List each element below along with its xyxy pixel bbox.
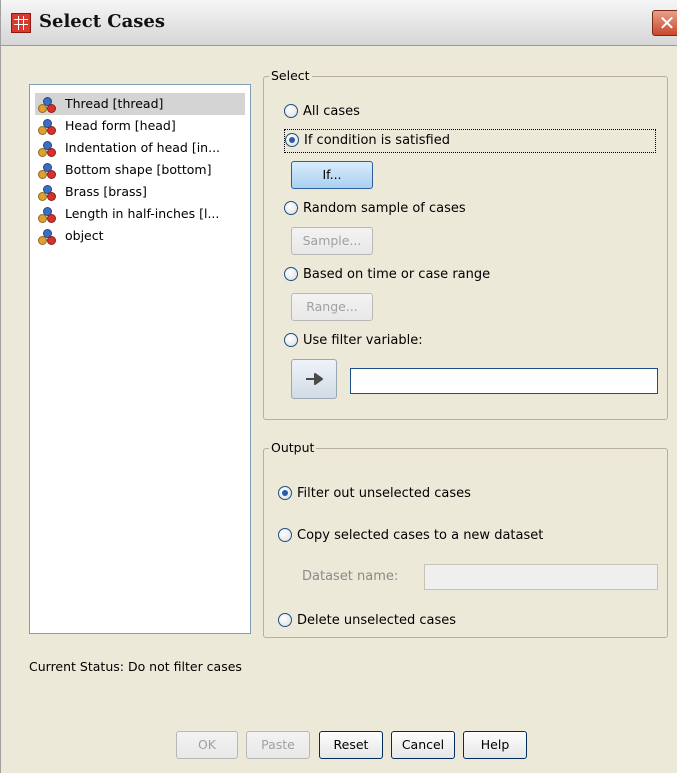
time-range-label: Based on time or case range xyxy=(303,267,491,282)
variable-label: Head form [head] xyxy=(65,118,176,133)
move-variable-button[interactable] xyxy=(291,359,337,399)
nominal-variable-icon xyxy=(38,163,60,179)
radio-indicator[interactable] xyxy=(278,486,292,500)
sample-button[interactable]: Sample... xyxy=(291,227,373,255)
radio-indicator[interactable] xyxy=(284,267,298,281)
if-condition-label: If condition is satisfied xyxy=(304,133,450,148)
help-button[interactable]: Help xyxy=(463,731,527,759)
radio-indicator[interactable] xyxy=(284,104,298,118)
current-status-text: Current Status: Do not filter cases xyxy=(29,659,242,674)
list-item-brass[interactable]: Brass [brass] xyxy=(35,181,245,203)
variable-label: Bottom shape [bottom] xyxy=(65,162,212,177)
select-cases-dialog: Select Cases ✕ Thread [thread] Head form… xyxy=(0,0,677,773)
radio-indicator[interactable] xyxy=(285,133,299,147)
all-cases-label: All cases xyxy=(303,104,360,119)
if-condition-radio[interactable]: If condition is satisfied xyxy=(284,129,656,153)
arrow-right-icon xyxy=(306,373,323,385)
nominal-variable-icon xyxy=(38,207,60,223)
time-range-radio[interactable]: Based on time or case range xyxy=(284,264,584,286)
copy-cases-radio[interactable]: Copy selected cases to a new dataset xyxy=(278,525,648,547)
delete-cases-radio[interactable]: Delete unselected cases xyxy=(278,610,578,632)
cancel-button[interactable]: Cancel xyxy=(391,731,455,759)
nominal-variable-icon xyxy=(38,119,60,135)
output-group: Output Filter out unselected cases Copy … xyxy=(263,440,668,638)
select-group-title: Select xyxy=(269,68,312,84)
random-sample-label: Random sample of cases xyxy=(303,201,466,216)
variable-label: Brass [brass] xyxy=(65,184,147,199)
list-item-bottom[interactable]: Bottom shape [bottom] xyxy=(35,159,245,181)
variable-label: Length in half-inches [l... xyxy=(65,206,220,221)
nominal-variable-icon xyxy=(38,185,60,201)
radio-indicator[interactable] xyxy=(284,333,298,347)
filter-variable-field[interactable] xyxy=(350,368,658,394)
ok-button[interactable]: OK xyxy=(176,731,238,759)
dataset-name-field[interactable] xyxy=(424,564,658,590)
variable-list[interactable]: Thread [thread] Head form [head] Indenta… xyxy=(29,84,251,634)
delete-cases-label: Delete unselected cases xyxy=(297,613,456,628)
nominal-variable-icon xyxy=(38,229,60,245)
variable-label: object xyxy=(65,228,104,243)
output-group-title: Output xyxy=(269,440,317,456)
nominal-variable-icon xyxy=(38,97,60,113)
range-button[interactable]: Range... xyxy=(291,293,373,321)
variable-label: Thread [thread] xyxy=(65,96,164,111)
list-item-indentation[interactable]: Indentation of head [in... xyxy=(35,137,245,159)
if-button[interactable]: If... xyxy=(291,161,373,189)
list-item-head[interactable]: Head form [head] xyxy=(35,115,245,137)
filter-variable-label: Use filter variable: xyxy=(303,333,423,348)
variable-label: Indentation of head [in... xyxy=(65,140,221,155)
radio-indicator[interactable] xyxy=(278,528,292,542)
reset-button[interactable]: Reset xyxy=(319,731,383,759)
title-bar[interactable]: Select Cases ✕ xyxy=(1,0,677,46)
list-item-thread[interactable]: Thread [thread] xyxy=(35,93,245,115)
select-group: Select All cases If condition is satisfi… xyxy=(263,68,668,420)
dataset-name-label: Dataset name: xyxy=(302,569,399,584)
filter-out-label: Filter out unselected cases xyxy=(297,486,471,501)
radio-indicator[interactable] xyxy=(278,613,292,627)
random-sample-radio[interactable]: Random sample of cases xyxy=(284,198,584,220)
list-item-object[interactable]: object xyxy=(35,225,245,247)
filter-variable-radio[interactable]: Use filter variable: xyxy=(284,330,584,352)
all-cases-radio[interactable]: All cases xyxy=(284,101,484,123)
filter-out-radio[interactable]: Filter out unselected cases xyxy=(278,483,578,505)
spss-grid-icon xyxy=(11,13,31,33)
close-icon[interactable]: ✕ xyxy=(652,10,677,36)
copy-cases-label: Copy selected cases to a new dataset xyxy=(297,528,544,543)
dialog-title: Select Cases xyxy=(39,11,165,32)
radio-indicator[interactable] xyxy=(284,201,298,215)
paste-button[interactable]: Paste xyxy=(246,731,310,759)
list-item-length[interactable]: Length in half-inches [l... xyxy=(35,203,245,225)
nominal-variable-icon xyxy=(38,141,60,157)
